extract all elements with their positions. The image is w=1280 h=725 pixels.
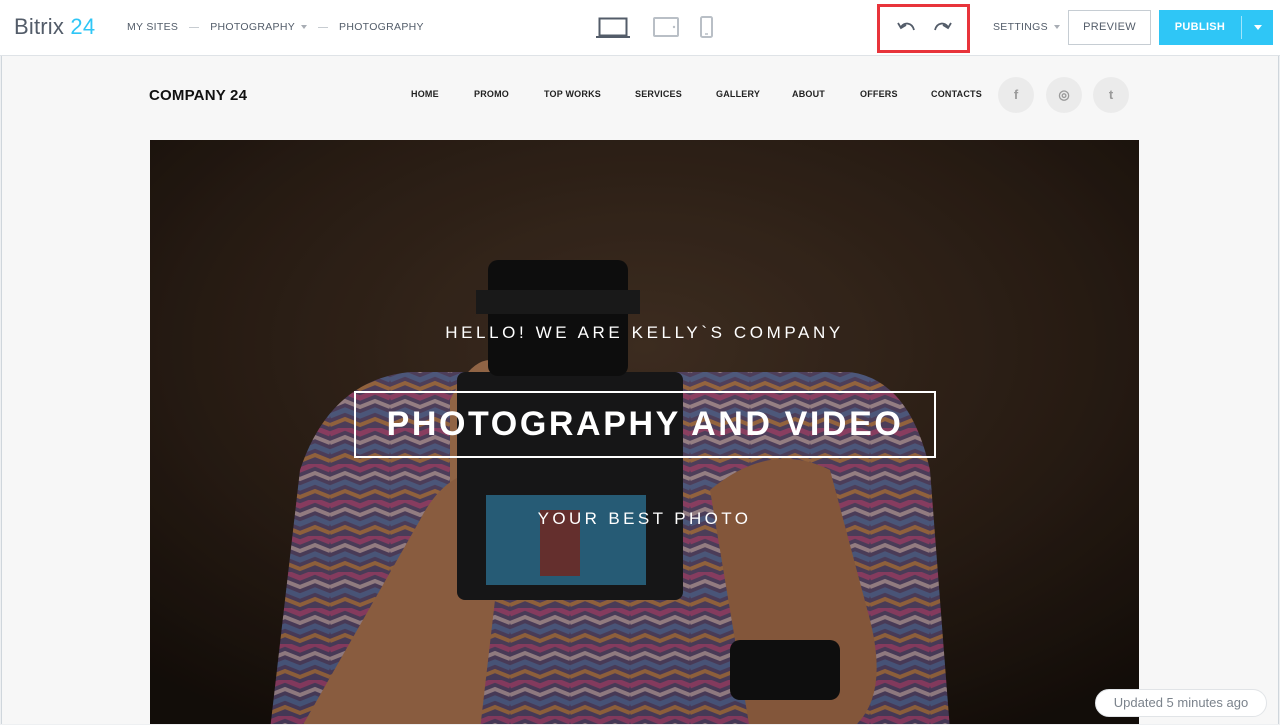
nav-item-services[interactable]: SERVICES (635, 89, 682, 99)
chevron-down-icon (1053, 25, 1060, 30)
breadcrumb-separator (318, 26, 329, 28)
undo-icon[interactable] (896, 20, 918, 38)
nav-item-offers[interactable]: OFFERS (860, 89, 898, 99)
breadcrumb: MY SITES PHOTOGRAPHY PHOTOGRAPHY (127, 21, 424, 33)
nav-item-contacts[interactable]: CONTACTS (931, 89, 982, 99)
breadcrumb-my-sites[interactable]: MY SITES (127, 21, 178, 33)
bitrix-logo[interactable]: Bitrix 24 (14, 14, 95, 40)
publish-dropdown-arrow[interactable] (1242, 10, 1273, 45)
breadcrumb-separator (189, 26, 200, 28)
nav-item-home[interactable]: HOME (411, 89, 439, 99)
instagram-icon: ◎ (1058, 87, 1070, 102)
site-canvas: COMPANY 24 HOME PROMO TOP WORKS SERVICES… (1, 56, 1279, 724)
mobile-icon[interactable] (700, 16, 713, 38)
instagram-link[interactable]: ◎ (1046, 77, 1082, 113)
publish-button-group: PUBLISH (1159, 10, 1273, 45)
breadcrumb-site[interactable]: PHOTOGRAPHY (210, 21, 308, 33)
twitter-icon: t (1108, 87, 1114, 102)
nav-item-promo[interactable]: PROMO (474, 89, 509, 99)
settings-menu[interactable]: SETTINGS (993, 21, 1060, 33)
nav-item-top-works[interactable]: TOP WORKS (544, 89, 601, 99)
history-controls-highlight (877, 4, 970, 53)
settings-label: SETTINGS (993, 21, 1048, 33)
tablet-icon[interactable] (653, 17, 679, 37)
publish-button[interactable]: PUBLISH (1159, 10, 1241, 45)
nav-item-gallery[interactable]: GALLERY (716, 89, 760, 99)
logo-number: 24 (70, 14, 96, 39)
logo-name: Bitrix (14, 14, 65, 39)
breadcrumb-site-label: PHOTOGRAPHY (210, 21, 296, 33)
preview-button[interactable]: PREVIEW (1068, 10, 1151, 45)
breadcrumb-page[interactable]: PHOTOGRAPHY (339, 21, 424, 33)
editor-toolbar: Bitrix 24 MY SITES PHOTOGRAPHY PHOTOGRAP… (0, 0, 1280, 56)
hero-title: PHOTOGRAPHY AND VIDEO (386, 405, 904, 443)
nav-item-about[interactable]: ABOUT (792, 89, 825, 99)
hero-subtitle: HELLO! WE ARE KELLY`S COMPANY (445, 323, 844, 342)
hero-tagline: YOUR BEST PHOTO (537, 509, 752, 528)
facebook-link[interactable]: f (998, 77, 1034, 113)
facebook-icon: f (1013, 87, 1019, 102)
redo-icon[interactable] (931, 20, 953, 38)
twitter-link[interactable]: t (1093, 77, 1129, 113)
hero-banner[interactable]: HELLO! WE ARE KELLY`S COMPANY PHOTOGRAPH… (150, 140, 1139, 724)
chevron-down-icon (301, 25, 308, 30)
site-logo[interactable]: COMPANY 24 (149, 87, 247, 104)
hero-title-frame: PHOTOGRAPHY AND VIDEO (354, 391, 936, 458)
desktop-icon[interactable] (596, 17, 630, 39)
save-status-badge: Updated 5 minutes ago (1095, 689, 1267, 717)
